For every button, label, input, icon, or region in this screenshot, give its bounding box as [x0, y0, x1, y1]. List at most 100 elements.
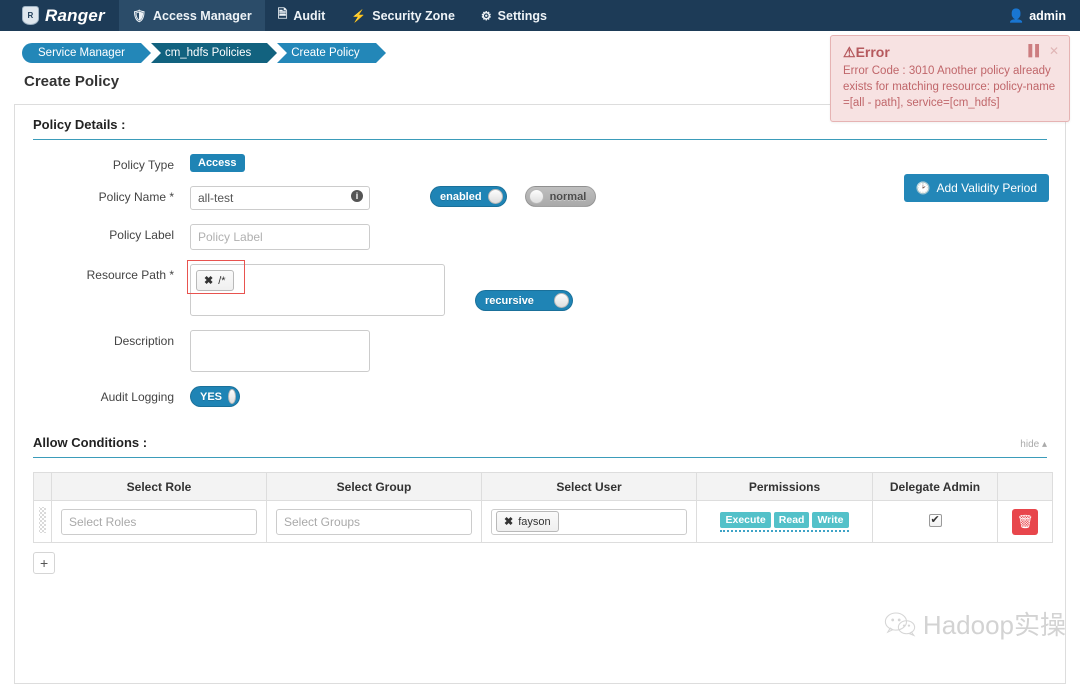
app-logo[interactable]: R Ranger	[0, 0, 119, 31]
table-header-grip	[33, 472, 52, 501]
drag-handle-icon	[39, 507, 46, 533]
resource-path-chip-label: /*	[218, 274, 226, 287]
field-row-policy-type: Policy Type Access	[15, 154, 1065, 172]
add-condition-row-button[interactable]: +	[33, 552, 55, 574]
delegate-admin-checkbox[interactable]	[928, 513, 942, 527]
resource-path-chip[interactable]: ✖ /*	[196, 270, 234, 291]
policy-name-input[interactable]	[190, 186, 370, 210]
error-title: Error	[855, 44, 890, 60]
column-header-delegate-admin: Delegate Admin	[872, 472, 998, 501]
field-row-audit-logging: Audit Logging YES	[15, 386, 1065, 407]
user-name: admin	[1029, 8, 1066, 23]
error-notification-header: ⚠Error ▌▌ ✕	[843, 44, 1059, 61]
toggle-knob	[554, 293, 569, 308]
error-notification: ⚠Error ▌▌ ✕ Error Code : 3010 Another po…	[830, 35, 1070, 122]
nav-label-security-zone: Security Zone	[372, 8, 455, 23]
permission-badge-read[interactable]: Read	[773, 511, 810, 528]
toggle-knob	[528, 189, 544, 204]
resource-path-label: Resource Path *	[86, 268, 174, 282]
allow-conditions-header: Allow Conditions : hide ▴	[33, 423, 1047, 458]
select-roles-input[interactable]	[61, 508, 257, 535]
permissions-group[interactable]: Execute Read Write	[720, 511, 849, 532]
delete-row-button[interactable]: 🗑	[1012, 508, 1038, 535]
allow-conditions-hide-toggle[interactable]: hide ▴	[1020, 439, 1047, 450]
chevron-up-icon: ▴	[1041, 439, 1047, 450]
ranger-shield-icon: R	[22, 6, 39, 25]
delete-icon: 🗑	[1016, 513, 1034, 529]
close-icon[interactable]: ✕	[1049, 44, 1059, 58]
toggle-knob	[487, 189, 503, 204]
policy-type-label: Policy Type	[112, 158, 174, 172]
field-row-description: Description	[15, 330, 1065, 372]
recursive-toggle[interactable]: recursive	[475, 290, 573, 311]
add-validity-period-button[interactable]: 🕑 Add Validity Period	[903, 174, 1049, 202]
cell-delegate-admin	[872, 500, 998, 543]
policy-normal-toggle[interactable]: normal	[524, 186, 597, 207]
row-drag-handle[interactable]	[33, 500, 52, 543]
user-chip[interactable]: ✖ fayson	[496, 511, 559, 532]
field-row-policy-label: Policy Label	[15, 224, 1065, 250]
breadcrumb-item-create-policy[interactable]: Create Policy	[277, 43, 387, 63]
add-row-container: +	[33, 552, 1047, 574]
policy-normal-toggle-label: normal	[549, 190, 587, 203]
error-title-group: ⚠Error	[843, 44, 890, 61]
cell-actions: 🗑	[997, 500, 1053, 543]
description-label: Description	[113, 334, 174, 348]
create-policy-panel: Policy Details : 🕑 Add Validity Period P…	[14, 104, 1066, 684]
policy-type-badge[interactable]: Access	[190, 154, 245, 172]
nav-item-settings[interactable]: ⚙ Settings	[468, 0, 560, 31]
field-row-resource-path: Resource Path * ✖ /* recursive	[15, 260, 1065, 316]
pause-icon[interactable]: ▌▌	[1028, 45, 1043, 57]
breadcrumb-item-cm-hdfs-policies[interactable]: cm_hdfs Policies	[150, 43, 278, 63]
cell-select-user: ✖ fayson	[481, 500, 697, 543]
breadcrumb-item-service-manager[interactable]: Service Manager	[22, 43, 151, 63]
column-header-select-user: Select User	[481, 472, 697, 501]
table-header-row: Select Role Select Group Select User Per…	[33, 472, 1053, 501]
permission-badge-write[interactable]: Write	[812, 511, 849, 528]
nav-item-audit[interactable]: 🗎 Audit	[265, 0, 339, 31]
breadcrumb-label: Service Manager	[38, 47, 125, 59]
policy-name-input-wrap: i	[190, 186, 370, 210]
audit-logging-toggle[interactable]: YES	[190, 386, 240, 407]
cell-select-group	[266, 500, 482, 543]
resource-path-input[interactable]: ✖ /*	[187, 260, 445, 316]
nav-item-access-manager[interactable]: 🛡 Access Manager	[118, 0, 265, 31]
select-users-input[interactable]: ✖ fayson	[491, 508, 687, 535]
policy-details-form: 🕑 Add Validity Period Policy Type Access…	[15, 140, 1065, 407]
policy-details-title: Policy Details :	[33, 117, 126, 132]
shield-icon: 🛡	[131, 8, 148, 23]
recursive-toggle-label: recursive	[485, 294, 534, 307]
top-navbar: R Ranger 🛡 Access Manager 🗎 Audit ⚡ Secu…	[0, 0, 1080, 31]
select-groups-input[interactable]	[276, 508, 472, 535]
column-header-select-group: Select Group	[266, 472, 482, 501]
audit-logging-toggle-label: YES	[200, 390, 223, 403]
allow-conditions-body: Select Role Select Group Select User Per…	[15, 458, 1065, 574]
remove-chip-icon[interactable]: ✖	[504, 515, 513, 528]
policy-label-input[interactable]	[190, 224, 370, 250]
policy-enabled-toggle[interactable]: enabled	[430, 186, 507, 207]
hide-label: hide	[1020, 439, 1040, 450]
error-message: Error Code : 3010 Another policy already…	[843, 65, 1056, 109]
table-row: ✖ fayson Execute Read Write	[33, 500, 1053, 543]
toggle-knob	[228, 389, 236, 404]
description-textarea[interactable]	[190, 330, 370, 372]
user-icon: 👤	[1008, 7, 1025, 23]
gear-icon: ⚙	[480, 8, 492, 23]
breadcrumb-label: Create Policy	[291, 47, 360, 59]
allow-conditions-table: Select Role Select Group Select User Per…	[33, 472, 1053, 543]
nav-label-access-manager: Access Manager	[153, 8, 252, 23]
audit-logging-label: Audit Logging	[100, 390, 174, 404]
cell-permissions: Execute Read Write	[696, 500, 873, 543]
nav-label-settings: Settings	[497, 8, 547, 23]
user-chip-label: fayson	[518, 515, 551, 528]
user-menu[interactable]: 👤 admin	[994, 0, 1080, 31]
nav-item-security-zone[interactable]: ⚡ Security Zone	[338, 0, 468, 31]
info-icon[interactable]: i	[351, 190, 363, 202]
error-notification-controls: ▌▌ ✕	[1028, 44, 1059, 58]
permission-badge-execute[interactable]: Execute	[720, 511, 771, 528]
clock-icon: 🕑	[915, 181, 931, 195]
bolt-icon: ⚡	[351, 8, 367, 23]
breadcrumb-label: cm_hdfs Policies	[164, 47, 252, 59]
column-header-permissions: Permissions	[696, 472, 873, 501]
remove-chip-icon[interactable]: ✖	[204, 274, 213, 287]
